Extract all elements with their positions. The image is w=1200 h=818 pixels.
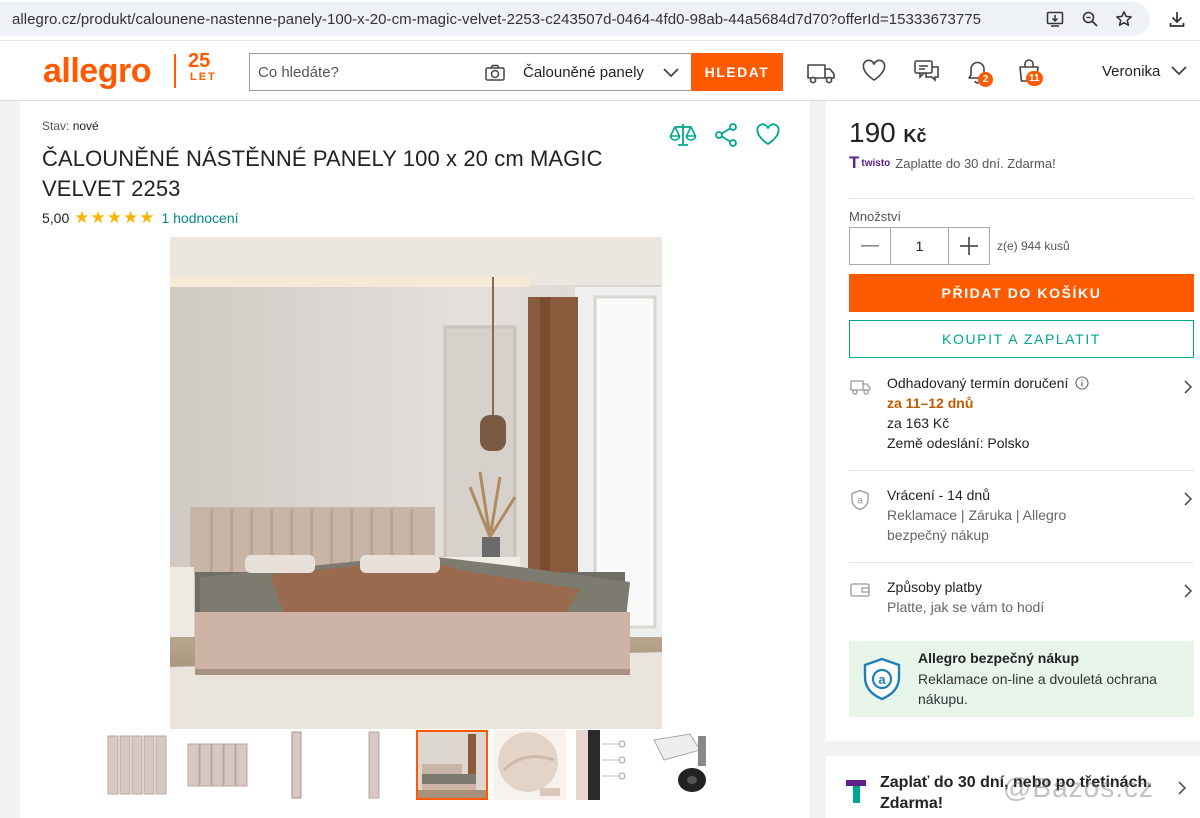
search-input[interactable] <box>258 54 478 90</box>
svg-text:a: a <box>878 672 886 687</box>
logo-anniversary-label: LET <box>190 71 217 83</box>
truck-icon <box>849 377 873 402</box>
thumbnail[interactable] <box>260 730 332 800</box>
condition-label: Stav: <box>42 119 70 133</box>
returns-text: Vrácení - 14 dnů Reklamace | Záruka | Al… <box>887 485 1097 545</box>
notifications-badge: 2 <box>978 72 993 87</box>
divider <box>849 562 1194 563</box>
product-main-image[interactable] <box>170 237 662 729</box>
category-label: Čalouněné panely <box>523 64 644 81</box>
condition: Stav: nové <box>42 119 99 133</box>
quantity-label: Množství <box>849 209 902 224</box>
chevron-down-icon[interactable] <box>1170 63 1188 82</box>
rating-stars-icon: ★★★★★ <box>74 208 156 227</box>
thumbnail[interactable] <box>182 730 254 800</box>
delivery-info[interactable]: Odhadovaný termín doručení za 11–12 dnů … <box>849 373 1194 463</box>
quantity-increase-button[interactable] <box>949 228 989 264</box>
wallet-icon <box>849 581 871 604</box>
product-title: ČALOUNĚNÉ NÁSTĚNNÉ PANELY 100 x 20 cm MA… <box>42 146 603 201</box>
thumbnail-strip <box>104 730 744 802</box>
rating-count-link[interactable]: 1 hodnocení <box>161 210 238 226</box>
quantity-stepper: 1 <box>849 227 990 265</box>
share-icon[interactable] <box>712 121 740 149</box>
heart-icon[interactable] <box>860 57 892 87</box>
payment-subtitle: Platte, jak se vám to hodí <box>887 599 1045 615</box>
rating-row: 5,00 ★★★★★ 1 hodnocení <box>42 208 239 228</box>
chevron-right-icon <box>1176 780 1188 801</box>
zoom-icon[interactable] <box>1080 9 1100 29</box>
download-icon[interactable] <box>1167 9 1187 29</box>
add-to-cart-button[interactable]: PŘIDAT DO KOŠÍKU <box>849 274 1194 312</box>
url-text[interactable]: allegro.cz/produkt/calounene-nastenne-pa… <box>12 11 981 28</box>
twisto-logo-icon <box>846 780 868 809</box>
search-button[interactable]: HLEDAT <box>691 53 783 91</box>
returns-subtitle: Reklamace | Záruka | Allegro bezpečný ná… <box>887 507 1067 543</box>
product-section: Stav: nové ČALOUNĚNÉ NÁSTĚNNÉ PANELY 100… <box>20 101 810 818</box>
price-currency: Kč <box>903 126 927 146</box>
star-icon[interactable] <box>1114 9 1134 29</box>
camera-icon[interactable] <box>484 63 506 88</box>
returns-title: Vrácení - 14 dnů <box>887 487 990 503</box>
delivery-title: Odhadovaný termín doručení <box>887 375 1069 391</box>
browser-toolbar: allegro.cz/produkt/calounene-nastenne-pa… <box>0 0 1200 40</box>
messages-icon[interactable] <box>912 57 944 87</box>
returns-info[interactable]: a Vrácení - 14 dnů Reklamace | Záruka | … <box>849 485 1194 549</box>
logo-divider <box>174 54 176 88</box>
delivery-origin: Země odeslání: Polsko <box>887 435 1030 451</box>
quantity-decrease-button[interactable] <box>850 228 890 264</box>
delivery-text: Odhadovaný termín doručení za 11–12 dnů … <box>887 373 1089 453</box>
thumbnail[interactable] <box>494 730 566 800</box>
chevron-right-icon <box>1182 379 1194 400</box>
svg-text:a: a <box>857 496 863 507</box>
price: 190 Kč <box>849 117 927 149</box>
safe-purchase-text: Reklamace on-line a dvouletá ochrana nák… <box>918 671 1157 707</box>
favorite-heart-icon[interactable] <box>754 121 782 149</box>
search-box <box>249 53 515 91</box>
payment-info[interactable]: Způsoby platby Platte, jak se vám to hod… <box>849 577 1194 621</box>
cart-icon[interactable]: 11 <box>1015 57 1047 87</box>
allegro-logo[interactable]: allegro <box>43 53 151 89</box>
price-value: 190 <box>849 117 896 148</box>
divider <box>849 470 1194 471</box>
delivery-price: za 163 Kč <box>887 415 950 431</box>
quantity-input[interactable]: 1 <box>890 228 949 264</box>
site-header: allegro 25 LET Čalouněné panely HLEDAT 2… <box>0 40 1200 101</box>
delivery-truck-icon[interactable] <box>805 57 837 87</box>
chevron-right-icon <box>1182 583 1194 604</box>
compare-icon[interactable] <box>668 121 697 149</box>
twisto-logo-icon: T <box>849 153 860 172</box>
category-select[interactable]: Čalouněné panely <box>514 53 692 91</box>
chevron-down-icon <box>662 65 680 84</box>
availability: z(e) 944 kusů <box>997 239 1070 253</box>
logo-anniversary-number: 25 <box>188 50 211 72</box>
thumbnail[interactable] <box>104 730 176 800</box>
purchase-panel: 190 Kč T twisto Zaplatte do 30 dní. Zdar… <box>826 101 1200 741</box>
payment-text: Způsoby platby Platte, jak se vám to hod… <box>887 577 1044 617</box>
rating-value: 5,00 <box>42 210 70 226</box>
bell-icon[interactable]: 2 <box>963 57 995 87</box>
install-icon[interactable] <box>1045 9 1065 29</box>
safe-purchase-box[interactable]: a Allegro bezpečný nákup Reklamace on-li… <box>849 641 1194 717</box>
allegro-protect-shield-icon: a <box>861 657 903 706</box>
thumbnail[interactable] <box>650 730 722 800</box>
info-icon[interactable] <box>1075 376 1089 390</box>
payment-title: Způsoby platby <box>887 579 982 595</box>
watermark: @Bazos.cz <box>1003 772 1155 803</box>
shield-icon: a <box>849 489 871 516</box>
thumbnail-active[interactable] <box>416 730 488 800</box>
delivery-date: za 11–12 dnů <box>887 395 974 411</box>
thumbnail[interactable] <box>338 730 410 800</box>
cart-badge: 11 <box>1026 71 1043 86</box>
twisto-info: T twisto Zaplatte do 30 dní. Zdarma! <box>849 153 1056 173</box>
divider <box>849 198 1194 199</box>
condition-value: nové <box>72 119 99 133</box>
user-menu[interactable]: Veronika <box>1102 63 1160 80</box>
buy-now-button[interactable]: KOUPIT A ZAPLATIT <box>849 320 1194 358</box>
address-bar[interactable]: allegro.cz/produkt/calounene-nastenne-pa… <box>0 2 1150 36</box>
twisto-brand: twisto <box>861 157 891 169</box>
chevron-right-icon <box>1182 491 1194 512</box>
twisto-text: Zaplatte do 30 dní. Zdarma! <box>895 155 1056 171</box>
thumbnail[interactable] <box>572 730 644 800</box>
safe-purchase-title: Allegro bezpečný nákup <box>918 650 1080 666</box>
